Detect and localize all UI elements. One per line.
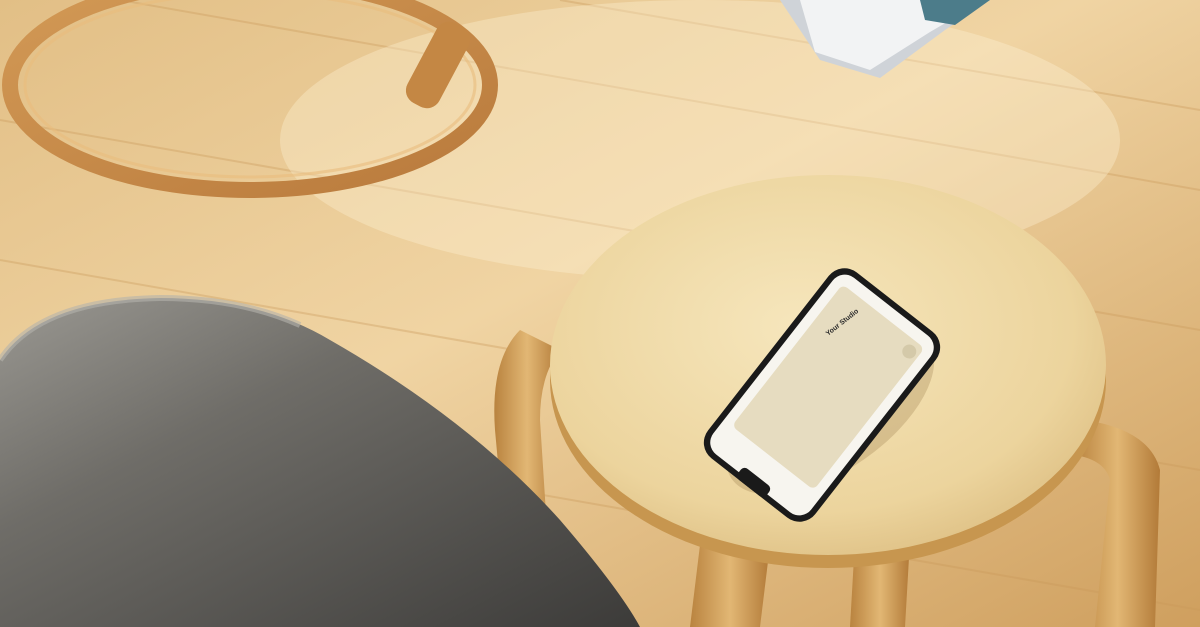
photo-scene: Your Studio bbox=[0, 0, 1200, 627]
